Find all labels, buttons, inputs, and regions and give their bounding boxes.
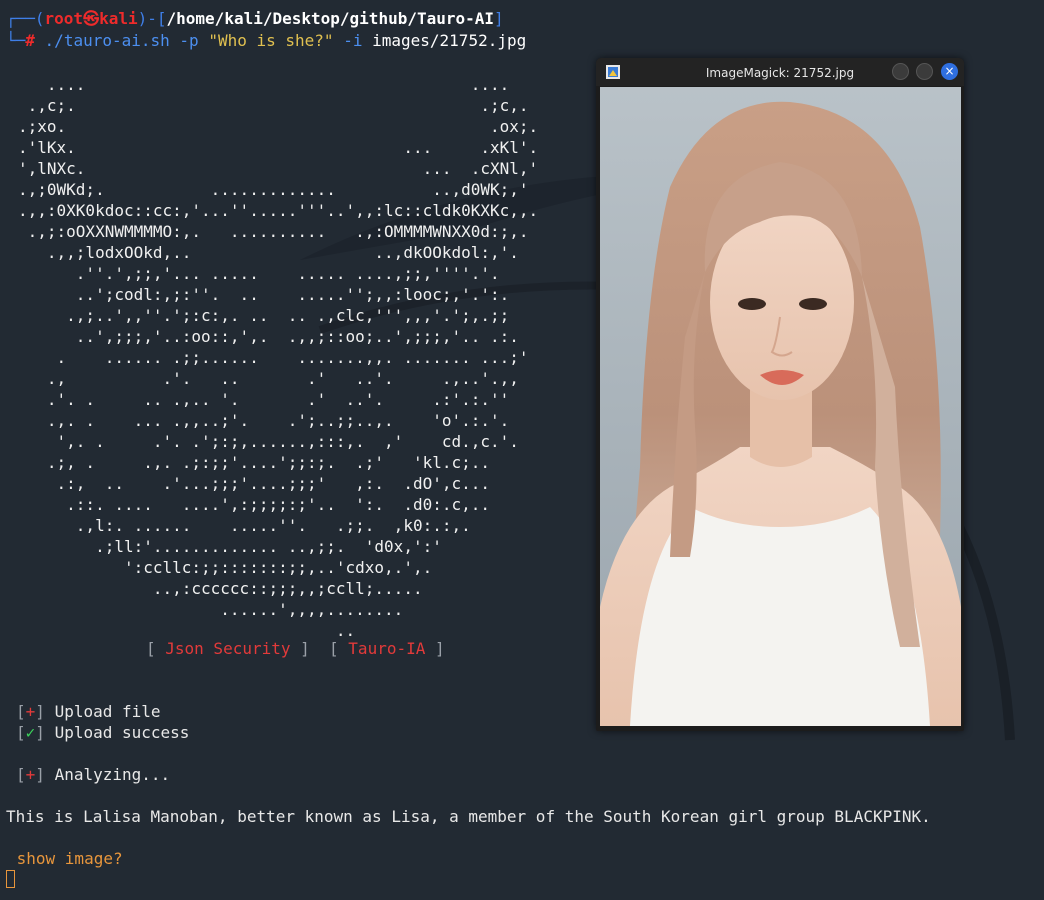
window-titlebar[interactable]: ImageMagick: 21752.jpg ×	[596, 58, 964, 86]
close-button[interactable]: ×	[941, 63, 958, 80]
prompt-host: kali	[99, 9, 138, 28]
maximize-button[interactable]	[916, 63, 933, 80]
check-icon: ✓	[25, 723, 36, 742]
tool-banner: [ Json Security ] [ Tauro-IA ]	[146, 639, 445, 658]
question-arg: "Who is she?"	[208, 31, 334, 50]
prompt-at: ㉿	[83, 9, 100, 28]
portrait-photo	[600, 87, 961, 726]
command-name: ./tauro-ai.sh	[44, 31, 170, 50]
banner-tauro-ia: Tauro-IA	[348, 639, 426, 658]
banner-json-security: Json Security	[165, 639, 291, 658]
prompt-cwd: /home/kali/Desktop/github/Tauro-AI	[166, 9, 495, 28]
log-analyzing: [+] Analyzing...	[16, 765, 171, 784]
show-image-prompt: show image?	[7, 849, 123, 868]
image-path-arg: images/21752.jpg	[372, 31, 527, 50]
command-line: └─# ./tauro-ai.sh -p "Who is she?" -i im…	[6, 31, 527, 50]
window-title: ImageMagick: 21752.jpg	[705, 66, 855, 80]
minimize-button[interactable]	[892, 63, 909, 80]
flag-i: -i	[343, 31, 363, 50]
prompt-hash: #	[25, 31, 35, 50]
prompt-header: ┌──(root㉿kali)-[/home/kali/Desktop/githu…	[6, 9, 504, 28]
log-upload-success: [✓] Upload success	[16, 723, 190, 742]
terminal-cursor[interactable]	[6, 870, 15, 888]
result-text: This is Lalisa Manoban, better known as …	[6, 807, 931, 826]
imagemagick-window[interactable]: ImageMagick: 21752.jpg ×	[596, 58, 964, 731]
plus-icon: +	[25, 702, 36, 721]
ascii-art-logo: .... .... .,c;. .;c,. .;xo. .ox;. .'lKx.…	[18, 75, 539, 640]
flag-p: -p	[179, 31, 199, 50]
plus-icon: +	[25, 765, 36, 784]
prompt-user: root	[44, 9, 84, 28]
log-upload-file: [+] Upload file	[16, 702, 161, 721]
